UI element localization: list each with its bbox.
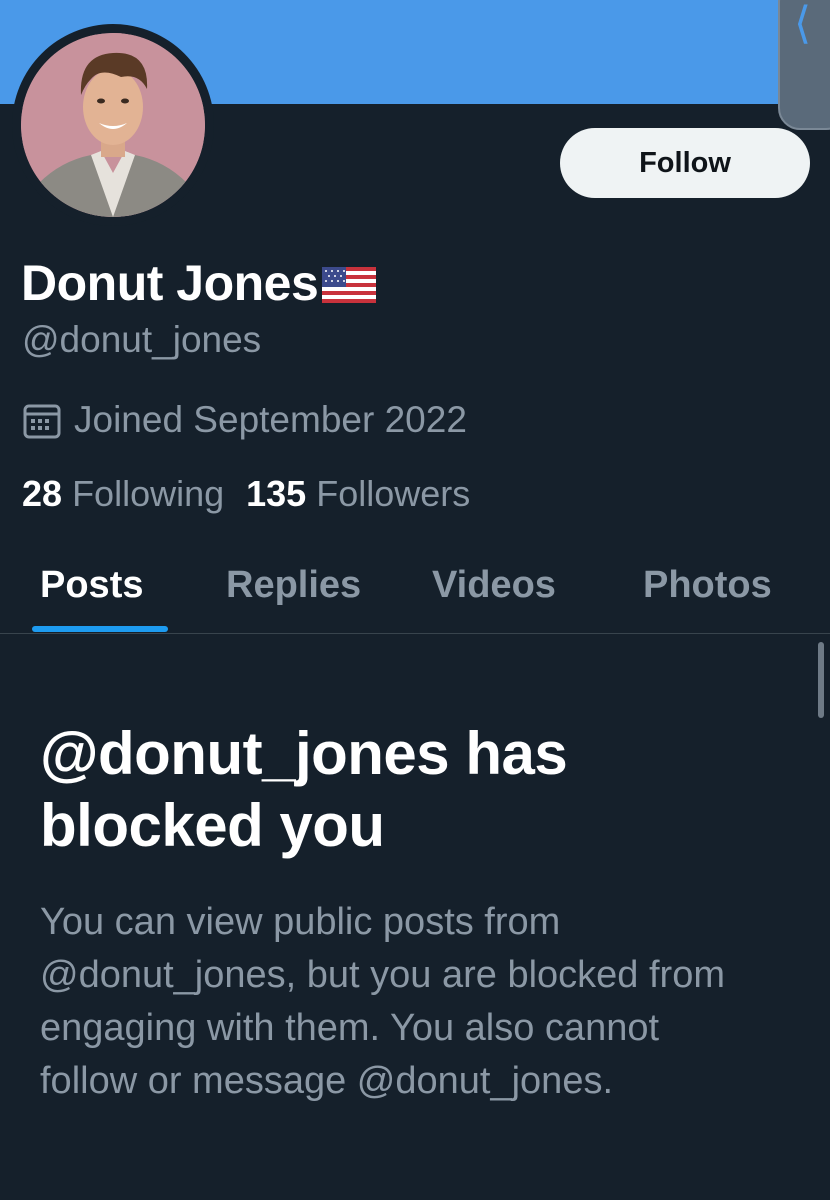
following-link[interactable]: 28 Following xyxy=(22,473,224,514)
calendar-icon xyxy=(23,404,61,439)
scrollbar[interactable] xyxy=(818,642,824,718)
follow-counts: 28 Following 135 Followers xyxy=(22,472,470,516)
following-count: 28 xyxy=(22,473,63,514)
tab-photos[interactable]: Photos xyxy=(643,560,772,610)
active-tab-indicator xyxy=(32,626,168,632)
blocked-title: @donut_jones has blocked you xyxy=(40,720,568,859)
followers-link[interactable]: 135 Followers xyxy=(246,473,470,514)
divider xyxy=(0,633,830,634)
following-label: Following xyxy=(72,473,225,514)
avatar[interactable] xyxy=(21,33,205,217)
avatar-frame[interactable] xyxy=(12,24,214,226)
tab-videos[interactable]: Videos xyxy=(432,560,556,610)
display-name: Donut Jones xyxy=(21,255,319,311)
avatar-photo xyxy=(21,33,205,217)
blocked-message: You can view public posts from @donut_jo… xyxy=(40,901,725,1102)
chevron-left-icon: ⟨ xyxy=(794,0,812,49)
us-flag-icon xyxy=(322,256,377,316)
joined-text: Joined September 2022 xyxy=(74,399,467,440)
joined-date: Joined September 2022 xyxy=(22,398,467,442)
profile-tabs: Posts Replies Videos Photos xyxy=(0,552,830,634)
back-button[interactable]: ⟨ xyxy=(778,0,830,130)
follow-button[interactable]: Follow xyxy=(560,128,810,198)
followers-count: 135 xyxy=(246,473,307,514)
profile-handle: @donut_jones xyxy=(22,319,262,360)
followers-label: Followers xyxy=(316,473,471,514)
display-name-row: Donut Jones xyxy=(21,250,377,316)
tab-posts[interactable]: Posts xyxy=(40,560,143,610)
tab-replies[interactable]: Replies xyxy=(226,560,361,610)
